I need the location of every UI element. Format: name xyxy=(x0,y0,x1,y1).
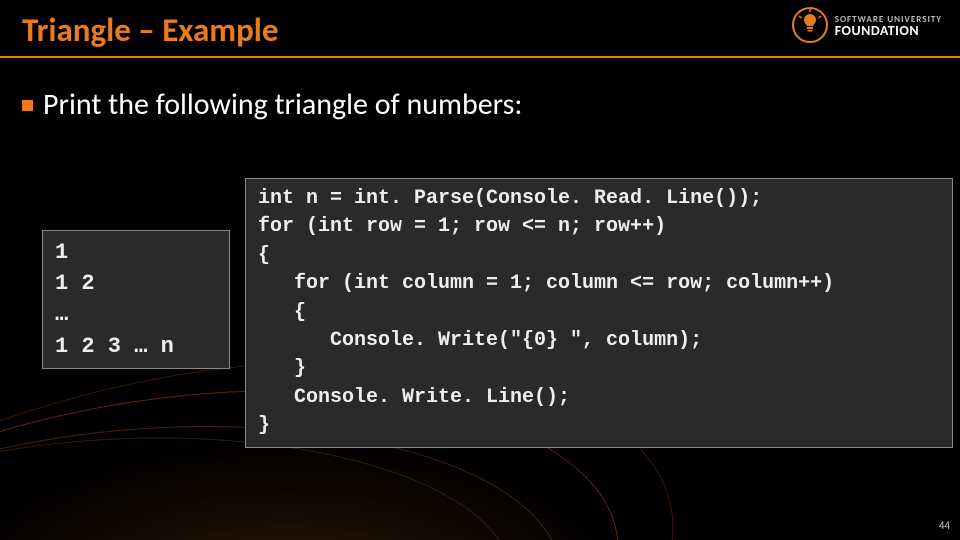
bullet-text: Print the following triangle of numbers: xyxy=(43,86,522,123)
code-snippet-box: int n = int. Parse(Console. Read. Line()… xyxy=(245,178,953,448)
page-number: 44 xyxy=(939,519,950,532)
slide: Triangle – Example SOFTWARE UNIVERSITY F… xyxy=(0,0,960,540)
expected-output-box: 1 1 2 … 1 2 3 … n xyxy=(42,230,230,369)
bullet-item: Print the following triangle of numbers: xyxy=(22,86,522,123)
bullet-square-icon xyxy=(22,100,33,111)
brand-line2: FOUNDATION xyxy=(835,25,942,36)
title-underline xyxy=(0,56,960,58)
slide-title: Triangle – Example xyxy=(22,10,279,50)
brand-logo: SOFTWARE UNIVERSITY FOUNDATION xyxy=(791,6,942,44)
brand-text: SOFTWARE UNIVERSITY FOUNDATION xyxy=(835,14,942,36)
lightbulb-gear-icon xyxy=(791,6,829,44)
